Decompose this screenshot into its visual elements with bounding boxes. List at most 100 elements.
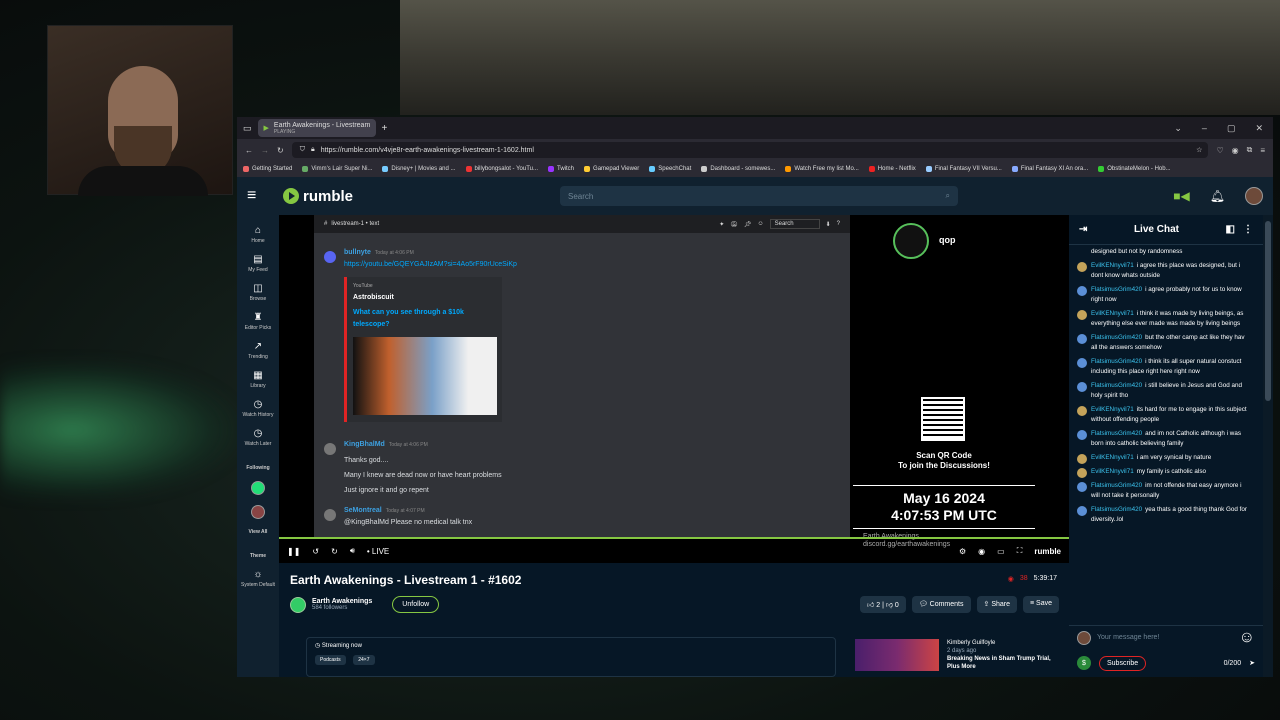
chat-avatar[interactable] — [1077, 358, 1087, 368]
chat-username[interactable]: EvilKENnyvil71 — [1091, 310, 1134, 317]
theme-system-default[interactable]: ☼ System Default — [241, 569, 275, 588]
bookmark-item[interactable]: billybongsalot - YouTu... — [465, 166, 538, 172]
category-pill[interactable]: Podcasts — [315, 655, 346, 665]
new-tab-icon[interactable]: + — [382, 123, 388, 134]
shield-icon[interactable]: ⛉ — [300, 146, 305, 154]
theater-mode-icon[interactable]: ▭ — [997, 547, 1005, 556]
chat-popout-icon[interactable]: ◧ — [1226, 224, 1235, 235]
tab-overflow-icon[interactable]: ⌄ — [1174, 123, 1182, 134]
fullscreen-icon[interactable]: ⛶ — [1017, 546, 1023, 556]
subscribe-button[interactable]: Subscribe — [1099, 655, 1147, 671]
chat-avatar[interactable] — [1077, 406, 1087, 416]
sidebar-item-trending[interactable]: ↗ Trending — [248, 341, 268, 360]
account-icon[interactable]: ◉ — [1232, 146, 1239, 155]
channel-avatar[interactable] — [290, 596, 306, 613]
chat-avatar[interactable] — [1077, 262, 1087, 272]
chat-avatar[interactable] — [1077, 334, 1087, 344]
close-window-icon[interactable]: ✕ — [1255, 123, 1263, 134]
recommended-video[interactable]: Kimberly Guilfoyle 2 days ago Breaking N… — [855, 639, 1065, 677]
chat-username[interactable]: EvilKENnyvil71 — [1091, 454, 1134, 461]
unfollow-button[interactable]: Unfollow — [392, 596, 440, 613]
sidebar-item-watch-later[interactable]: ◷ Watch Later — [245, 428, 272, 447]
search-input[interactable]: Search ⌕ — [560, 186, 959, 206]
sidebar-item-watch-history[interactable]: ◷ Watch History — [243, 399, 274, 418]
bookmark-star-icon[interactable]: ☆ — [1196, 146, 1208, 154]
collapse-chat-icon[interactable]: ⇥ — [1079, 224, 1087, 235]
forward-icon[interactable]: → — [261, 146, 269, 155]
play-circle-icon[interactable]: ◉ — [978, 547, 985, 556]
user-avatar[interactable] — [1245, 187, 1263, 205]
rant-dollar-icon[interactable]: $ — [1077, 656, 1091, 670]
chat-avatar[interactable] — [1077, 286, 1087, 296]
chat-avatar[interactable] — [1077, 482, 1087, 492]
chat-avatar[interactable] — [1077, 430, 1087, 440]
go-live-camera-icon[interactable]: ■◀ — [1173, 189, 1189, 203]
pocket-icon[interactable]: ♡ — [1216, 146, 1223, 155]
like-dislike-button[interactable]: 👍︎ 2 | 👎︎ 0 — [859, 596, 906, 613]
chat-avatar[interactable] — [1077, 506, 1087, 516]
player-rumble-brand[interactable]: rumble — [1034, 547, 1061, 556]
chat-message-input[interactable]: Your message here! — [1097, 634, 1233, 641]
bookmark-item[interactable]: Disney+ | Movies and ... — [382, 166, 456, 172]
channel-name[interactable]: Earth Awakenings — [312, 598, 372, 605]
rewind-icon[interactable]: ↺ — [312, 547, 319, 556]
menu-icon[interactable]: ≡ — [1260, 146, 1265, 155]
chat-more-icon[interactable]: ⋮ — [1243, 224, 1253, 235]
chat-username[interactable]: FlatsimusGrim420 — [1091, 482, 1142, 489]
chat-username[interactable]: FlatsimusGrim420 — [1091, 382, 1142, 389]
notifications-bell-icon[interactable]: 🔔︎ — [1210, 189, 1225, 203]
maximize-icon[interactable]: ▢ — [1227, 123, 1236, 134]
chat-avatar[interactable] — [1077, 468, 1087, 478]
save-button[interactable]: ≡ Save — [1023, 596, 1059, 613]
send-icon[interactable]: ➤ — [1249, 659, 1255, 667]
bookmark-item[interactable]: ObstinateMelon - Hob... — [1098, 166, 1171, 172]
share-button[interactable]: ⇪ Share — [976, 596, 1017, 613]
view-all-link[interactable]: View All — [249, 529, 268, 535]
recommended-thumbnail[interactable] — [855, 639, 939, 671]
page-scrollbar[interactable] — [1263, 215, 1273, 677]
tab-rumble[interactable]: ▶ Earth Awakenings - LivestreamPLAYING ✕ — [257, 119, 376, 137]
bookmark-item[interactable]: Final Fantasy VII Versu... — [925, 166, 1002, 172]
lock-icon[interactable]: 🔒︎ — [311, 146, 315, 154]
tab-list-icon[interactable]: ▭ — [243, 123, 252, 134]
bookmark-item[interactable]: Gamepad Viewer — [584, 166, 639, 172]
url-field[interactable]: ⛉ 🔒︎ https://rumble.com/v4vje8r-earth-aw… — [291, 142, 1209, 158]
bookmark-item[interactable]: Dashboard - somewes... — [701, 166, 775, 172]
chat-avatar[interactable] — [1077, 454, 1087, 464]
chat-username[interactable]: EvilKENnyvil71 — [1091, 262, 1134, 269]
sidebar-item-library[interactable]: ▦ Library — [250, 370, 265, 389]
hamburger-menu-icon[interactable]: ≡ — [247, 187, 271, 205]
sidebar-item-browse[interactable]: ◫ Browse — [250, 283, 267, 302]
chat-avatar[interactable] — [1077, 382, 1087, 392]
chat-username[interactable]: FlatsimusGrim420 — [1091, 334, 1142, 341]
pause-icon[interactable]: ❚❚ — [287, 547, 300, 556]
bookmark-item[interactable]: Watch Free my list Mo... — [785, 166, 859, 172]
settings-gear-icon[interactable]: ⚙ — [959, 547, 966, 556]
page-scrollbar-thumb[interactable] — [1265, 221, 1271, 401]
emoji-icon[interactable]: ☺ — [1239, 629, 1255, 647]
category-pill[interactable]: 24×7 — [353, 655, 375, 665]
video-player[interactable]: # livestream-1 • text ✦ 🔕︎ 📌︎ ☺ Search ⬇… — [279, 215, 1069, 563]
bookmark-item[interactable]: SpeechChat — [649, 166, 691, 172]
chat-username[interactable]: FlatsimusGrim420 — [1091, 358, 1142, 365]
followed-channel-avatar[interactable] — [251, 481, 265, 495]
chat-username[interactable]: FlatsimusGrim420 — [1091, 430, 1142, 437]
bookmark-item[interactable]: Twitch — [548, 166, 574, 172]
chat-username[interactable]: FlatsimusGrim420 — [1091, 506, 1142, 513]
bookmark-item[interactable]: Getting Started — [243, 166, 292, 172]
reload-icon[interactable]: ↻ — [277, 146, 284, 155]
rumble-logo[interactable]: rumble — [283, 188, 353, 205]
chat-username[interactable]: EvilKENnyvil71 — [1091, 468, 1134, 475]
volume-icon[interactable]: 🔊︎ — [350, 546, 355, 556]
followed-channel-avatar[interactable] — [251, 505, 265, 519]
bookmark-item[interactable]: Vimm's Lair Super Ni... — [302, 166, 372, 172]
chat-username[interactable]: FlatsimusGrim420 — [1091, 286, 1142, 293]
chat-avatar[interactable] — [1077, 310, 1087, 320]
comments-button[interactable]: 💬︎ Comments — [911, 596, 971, 613]
minimize-icon[interactable]: – — [1202, 123, 1207, 134]
bookmark-item[interactable]: Home - Netflix — [868, 166, 916, 172]
sidebar-item-home[interactable]: ⌂ Home — [251, 225, 264, 244]
extensions-icon[interactable]: ⧉ — [1247, 145, 1253, 155]
sidebar-item-my-feed[interactable]: ▤ My Feed — [248, 254, 267, 273]
chat-username[interactable]: EvilKENnyvil71 — [1091, 406, 1134, 413]
